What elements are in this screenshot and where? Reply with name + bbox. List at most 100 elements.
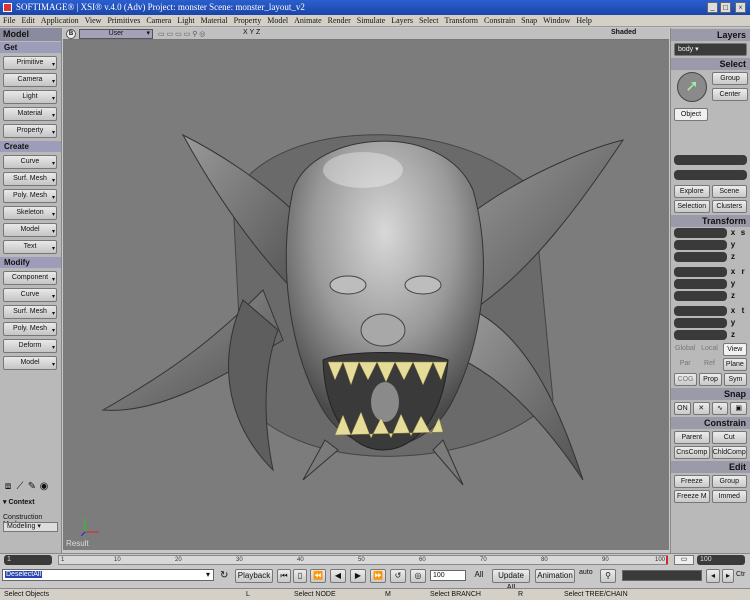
- snap-curve-icon[interactable]: ∿: [711, 402, 729, 415]
- scale-z-field[interactable]: [674, 252, 727, 262]
- snap-point-icon[interactable]: ▣: [730, 402, 747, 415]
- modify-model-button[interactable]: Model: [3, 356, 57, 371]
- menu-material[interactable]: Material: [198, 15, 231, 27]
- menu-snap[interactable]: Snap: [518, 15, 540, 27]
- timeline-options-icon[interactable]: ▭: [674, 555, 694, 565]
- select-field-1[interactable]: [674, 155, 747, 165]
- cog-button[interactable]: COG: [674, 373, 697, 386]
- snap-header[interactable]: Snap: [671, 388, 750, 400]
- global-button[interactable]: Global: [674, 343, 696, 356]
- translate-label[interactable]: t: [738, 306, 748, 317]
- first-frame-button[interactable]: ⏮: [277, 569, 291, 583]
- menu-application[interactable]: Application: [38, 15, 82, 27]
- create-poly-mesh-button[interactable]: Poly. Mesh: [3, 189, 57, 204]
- snap-grid-icon[interactable]: ✕: [692, 402, 710, 415]
- menu-render[interactable]: Render: [325, 15, 354, 27]
- menu-edit[interactable]: Edit: [18, 15, 37, 27]
- menu-constrain[interactable]: Constrain: [481, 15, 518, 27]
- viewport[interactable]: B User ▭ ▭ ▭ ▭ ⚲ ◎ X Y Z Shaded: [63, 28, 669, 550]
- selection-button[interactable]: Selection: [674, 200, 710, 213]
- key-right-icon[interactable]: ▸: [722, 569, 734, 583]
- constrain-header[interactable]: Constrain: [671, 417, 750, 429]
- center-select-button[interactable]: Center: [712, 88, 748, 101]
- minimize-button[interactable]: _: [707, 2, 718, 13]
- modify-poly-mesh-button[interactable]: Poly. Mesh: [3, 322, 57, 337]
- menu-light[interactable]: Light: [174, 15, 197, 27]
- plane-button[interactable]: Plane: [722, 358, 747, 371]
- monster-head-model[interactable]: [63, 40, 669, 550]
- key-value-field[interactable]: [622, 570, 702, 581]
- all-button[interactable]: All: [470, 569, 488, 583]
- playback-button[interactable]: Playback: [235, 569, 273, 583]
- update-all-button[interactable]: Update All: [492, 569, 530, 592]
- layer-select[interactable]: body ▾: [674, 43, 747, 56]
- menu-window[interactable]: Window: [540, 15, 573, 27]
- translate-z-field[interactable]: [674, 330, 727, 340]
- modify-deform-button[interactable]: Deform: [3, 339, 57, 354]
- modify-curve-button[interactable]: Curve: [3, 288, 57, 303]
- rotate-x-field[interactable]: [674, 267, 727, 277]
- group-select-button[interactable]: Group: [712, 72, 748, 85]
- play-forward-button[interactable]: ▶: [350, 569, 366, 583]
- modify-surf-mesh-button[interactable]: Surf. Mesh: [3, 305, 57, 320]
- group-edit-button[interactable]: Group: [711, 475, 747, 488]
- sym-button[interactable]: Sym: [724, 373, 747, 386]
- layers-header[interactable]: Layers: [671, 29, 750, 41]
- toolbar-title[interactable]: Model: [0, 28, 61, 41]
- prev-key-button[interactable]: ▯: [293, 569, 307, 583]
- audio-button[interactable]: ◎: [410, 569, 426, 583]
- scale-x-field[interactable]: [674, 228, 727, 238]
- local-button[interactable]: Local: [698, 343, 720, 356]
- freeze-button[interactable]: Freeze: [674, 475, 710, 488]
- menu-animate[interactable]: Animate: [291, 15, 325, 27]
- parent-button[interactable]: Parent: [674, 431, 710, 444]
- cube-icon[interactable]: ⧈: [2, 481, 14, 493]
- scene-button[interactable]: Scene: [711, 185, 747, 198]
- view-button[interactable]: View: [722, 343, 747, 356]
- cnscomp-button[interactable]: CnsComp: [674, 446, 710, 459]
- translate-y-field[interactable]: [674, 318, 727, 328]
- edit-header[interactable]: Edit: [671, 461, 750, 473]
- get-material-button[interactable]: Material: [3, 107, 57, 122]
- menu-camera[interactable]: Camera: [143, 15, 174, 27]
- script-icon[interactable]: ↻: [220, 570, 228, 581]
- rotate-y-field[interactable]: [674, 279, 727, 289]
- create-curve-button[interactable]: Curve: [3, 155, 57, 170]
- menu-help[interactable]: Help: [573, 15, 595, 27]
- menu-simulate[interactable]: Simulate: [354, 15, 388, 27]
- cut-button[interactable]: Cut: [711, 431, 747, 444]
- next-frame-button[interactable]: ⏩: [370, 569, 386, 583]
- translate-x-field[interactable]: [674, 306, 727, 316]
- sphere-icon[interactable]: ◉: [38, 481, 50, 493]
- brush-icon[interactable]: ✎: [26, 481, 38, 493]
- camera-select[interactable]: User: [79, 29, 153, 39]
- maximize-button[interactable]: □: [720, 2, 731, 13]
- snap-on-button[interactable]: ON: [674, 402, 691, 415]
- menu-transform[interactable]: Transform: [442, 15, 481, 27]
- create-surf-mesh-button[interactable]: Surf. Mesh: [3, 172, 57, 187]
- current-frame-field[interactable]: 100: [430, 570, 466, 581]
- create-skeleton-button[interactable]: Skeleton: [3, 206, 57, 221]
- menu-primitives[interactable]: Primitives: [104, 15, 143, 27]
- prev-frame-button[interactable]: ⏪: [310, 569, 326, 583]
- select-field-2[interactable]: [674, 170, 747, 180]
- bone-icon[interactable]: ⟋: [14, 481, 26, 493]
- freeze-m-button[interactable]: Freeze M: [674, 490, 710, 503]
- loop-button[interactable]: ↺: [390, 569, 406, 583]
- object-select-button[interactable]: Object: [674, 108, 708, 121]
- get-camera-button[interactable]: Camera: [3, 73, 57, 88]
- playhead[interactable]: [666, 556, 668, 564]
- auto-key-toggle[interactable]: auto: [579, 569, 593, 576]
- select-arrow-icon[interactable]: ➚: [677, 72, 707, 102]
- time-slider[interactable]: 1 10 20 30 40 50 60 70 80 90 100: [58, 555, 668, 565]
- par-button[interactable]: Par: [674, 358, 696, 371]
- key-left-icon[interactable]: ◂: [706, 569, 720, 583]
- context-label[interactable]: ▾ Context: [3, 498, 35, 506]
- rotate-label[interactable]: r: [738, 267, 748, 278]
- menu-property[interactable]: Property: [231, 15, 265, 27]
- explore-button[interactable]: Explore: [674, 185, 710, 198]
- menu-view[interactable]: View: [82, 15, 105, 27]
- animation-button[interactable]: Animation: [535, 569, 575, 583]
- menu-model[interactable]: Model: [264, 15, 291, 27]
- create-model-button[interactable]: Model: [3, 223, 57, 238]
